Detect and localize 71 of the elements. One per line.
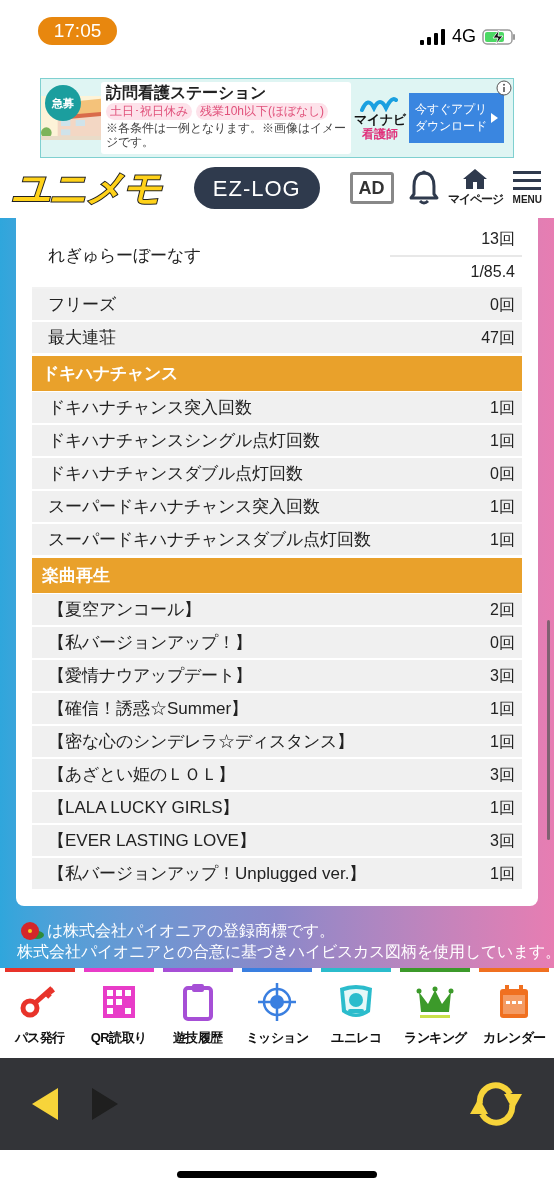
ad-tag: 土日･祝日休み <box>106 103 192 120</box>
refresh-icon[interactable] <box>468 1080 524 1128</box>
ad-button[interactable]: AD <box>349 172 394 204</box>
network-type: 4G <box>452 25 476 48</box>
stat-label: スーパードキハナチャンス突入回数 <box>48 495 321 518</box>
trademark-note: は株式会社パイオニアの登録商標です。 <box>47 921 335 941</box>
info-icon[interactable] <box>496 80 512 96</box>
ad-tag: 残業10h以下(ほぼなし) <box>196 103 328 120</box>
section-header: ドキハナチャンス <box>32 356 522 391</box>
stat-value: 0回 <box>490 294 515 315</box>
stat-value: 0回 <box>490 632 515 653</box>
stat-label: 【私バージョンアップ！Unplugged ver.】 <box>48 862 368 885</box>
stat-value: 1回 <box>490 863 515 884</box>
stat-value: 1回 <box>490 397 515 418</box>
stat-label: ドキハナチャンスダブル点灯回数 <box>48 462 304 485</box>
signal-icon <box>420 28 446 45</box>
menu-button[interactable]: MENU <box>512 169 542 207</box>
stat-label: 最大連荘 <box>48 326 117 349</box>
stat-value: 47回 <box>481 327 515 348</box>
menu-icon <box>513 169 542 190</box>
stat-label: スーパードキハナチャンスダブル点灯回数 <box>48 528 372 551</box>
play-icon <box>491 113 498 123</box>
stat-value: 3回 <box>490 830 515 851</box>
stat-label: 【私バージョンアップ！】 <box>48 631 253 654</box>
battery-charging-icon <box>482 28 516 45</box>
my-page-button[interactable]: マイページ <box>447 168 503 208</box>
stat-value: 3回 <box>490 665 515 686</box>
nav-button[interactable]: パス発行 <box>14 972 65 1048</box>
nav-button[interactable]: ミッション <box>245 972 309 1048</box>
stat-value: 13回 <box>390 224 522 257</box>
stat-label: れぎゅらーぼーなす <box>47 244 202 267</box>
stat-label: 【あざとい姫のＬＯＬ】 <box>48 763 236 786</box>
stat-label: フリーズ <box>48 293 117 316</box>
clock-time: 17:05 <box>38 17 117 45</box>
ad-brand: マイナビ <box>354 111 406 127</box>
stat-value: 1回 <box>490 496 515 517</box>
nav-button[interactable]: カレンダー <box>483 972 546 1048</box>
stat-value: 3回 <box>490 764 515 785</box>
ad-badge: 急募 <box>45 85 81 121</box>
stat-value: 2回 <box>490 599 515 620</box>
stat-value: 1/85.4 <box>469 261 516 282</box>
stat-label: 【夏空アンコール】 <box>48 598 202 621</box>
stat-label: 【密な心のシンデレラ☆ディスタンス】 <box>48 730 355 753</box>
ad-note: ※各条件は一例となります。※画像はイメージです。 <box>106 121 346 149</box>
nav-button[interactable]: QR読取り <box>90 972 147 1048</box>
stat-value: 1回 <box>490 430 515 451</box>
nav-button[interactable]: 遊技履歴 <box>172 972 223 1048</box>
stat-label: ドキハナチャンスシングル点灯回数 <box>48 429 321 452</box>
stat-label: 【愛情ナウアップデート】 <box>48 664 253 687</box>
ez-log-button[interactable]: EZ-LOG <box>193 167 320 209</box>
stat-label: ドキハナチャンス突入回数 <box>48 396 253 419</box>
stat-label: 【LALA LUCKY GIRLS】 <box>48 796 241 819</box>
section-header: 楽曲再生 <box>32 558 522 593</box>
stat-value: 1回 <box>490 698 515 719</box>
trademark-note: 株式会社パイオニアとの合意に基づきハイビスカス図柄を使用しています。 <box>17 942 554 962</box>
stat-value: 1回 <box>490 731 515 752</box>
stat-value: 0回 <box>490 463 515 484</box>
ad-headline: 訪問看護ステーション <box>106 83 267 103</box>
nav-button[interactable]: ユニレコ <box>331 972 382 1048</box>
stat-value: 1回 <box>490 797 515 818</box>
crosshair-icon <box>257 982 297 1022</box>
wave-logo-icon <box>360 95 400 112</box>
bell-icon[interactable] <box>407 170 440 206</box>
home-icon <box>463 168 488 190</box>
stat-value: 1回 <box>490 529 515 550</box>
ad-brand-sub: 看護師 <box>362 126 398 141</box>
nav-button[interactable]: ランキング <box>404 972 467 1048</box>
stat-label: 【EVER LASTING LOVE】 <box>48 829 257 852</box>
back-arrow-icon[interactable] <box>30 1086 60 1122</box>
stat-label: 【確信！誘惑☆Summer】 <box>48 697 250 720</box>
download-button[interactable]: 今すぐアプリ ダウンロード <box>409 93 504 143</box>
